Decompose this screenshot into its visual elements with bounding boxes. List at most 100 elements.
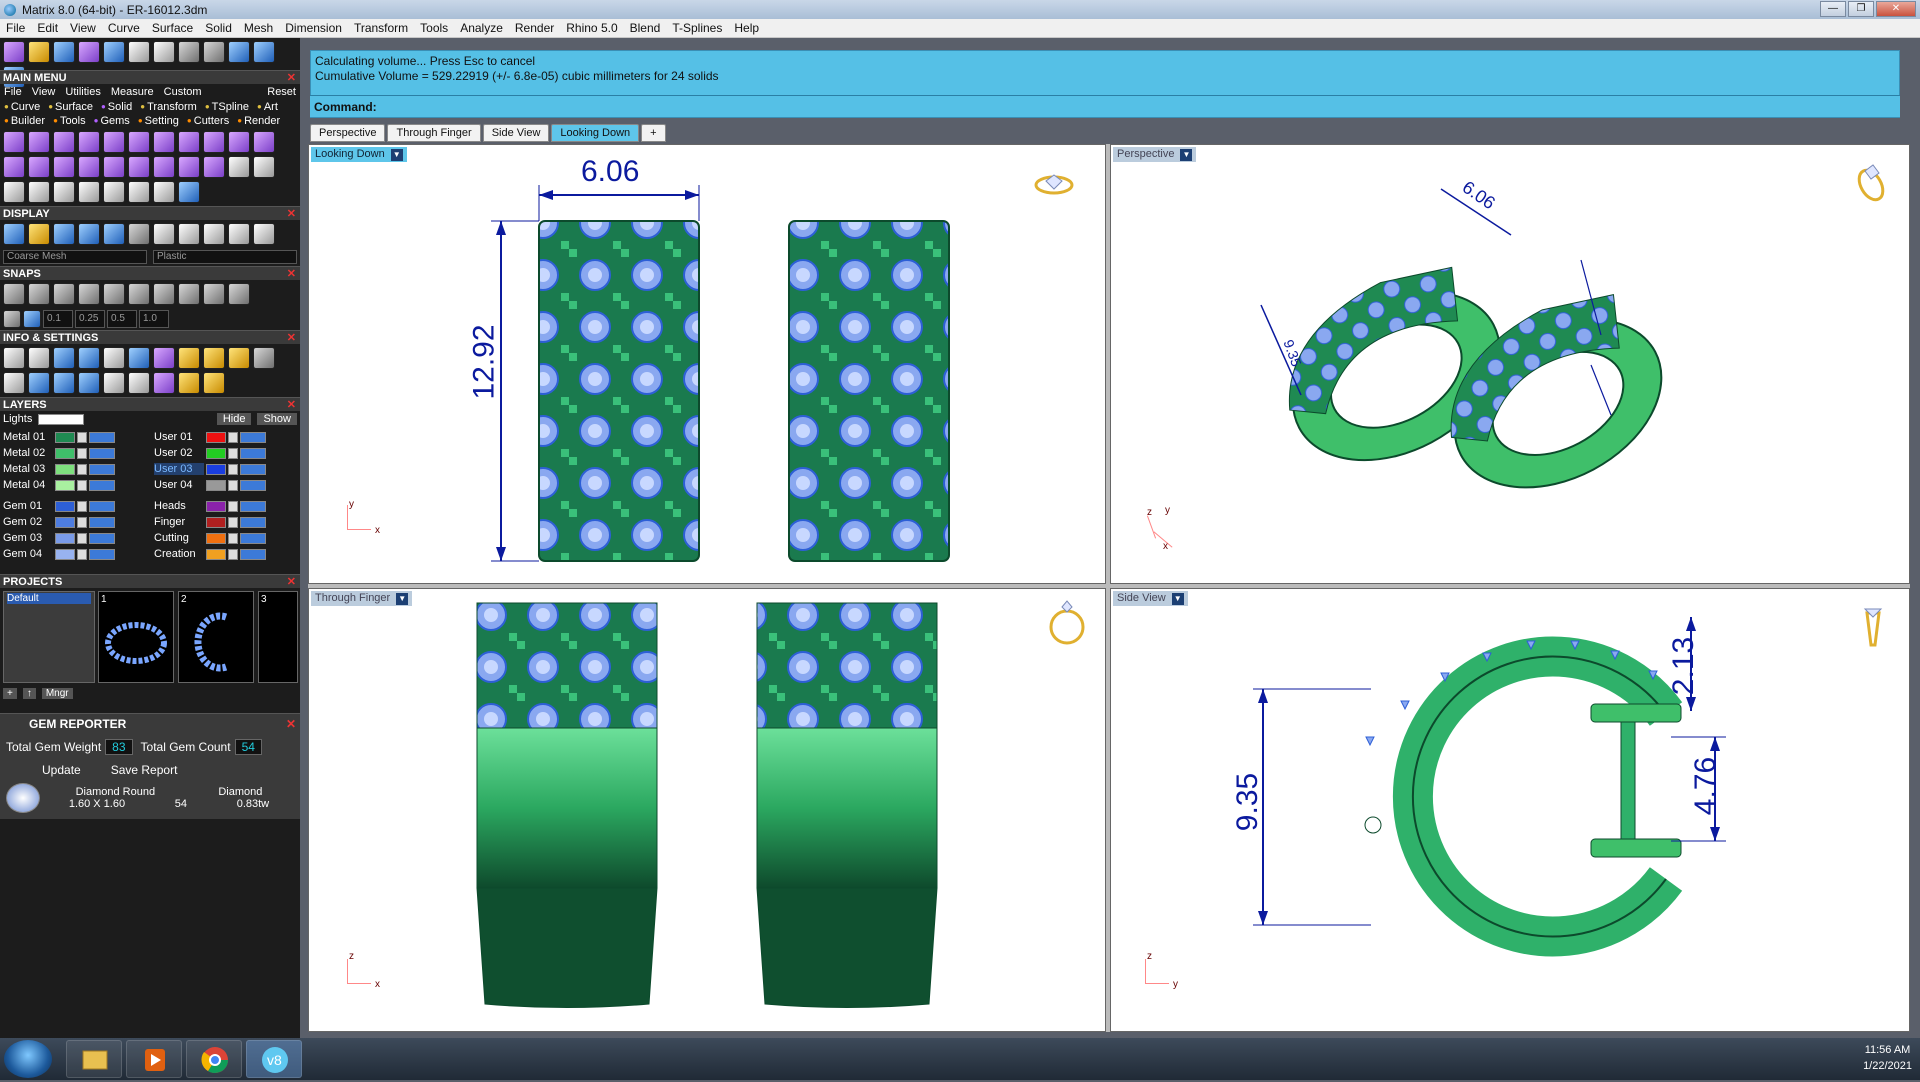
snap-icon[interactable]: [78, 283, 100, 305]
info-icon[interactable]: [178, 347, 200, 369]
lock-icon[interactable]: [77, 548, 87, 560]
info-icon[interactable]: [203, 347, 225, 369]
doc-icon[interactable]: [128, 372, 150, 394]
lock-icon[interactable]: [228, 516, 238, 528]
tab-side-view[interactable]: Side View: [482, 124, 550, 142]
layer-row[interactable]: Cutting: [154, 530, 297, 546]
cat-tspline[interactable]: TSpline: [205, 101, 249, 113]
frame-tool-icon[interactable]: [203, 41, 225, 63]
edit-icon[interactable]: [128, 347, 150, 369]
snap-value-2[interactable]: 0.5: [107, 310, 137, 328]
material-icon[interactable]: [178, 223, 200, 245]
viewport-side-view[interactable]: Side View ▼ 9.35 2.13 4.76 z y: [1110, 588, 1910, 1032]
start-button[interactable]: [4, 1040, 52, 1078]
funnel-icon[interactable]: [78, 372, 100, 394]
snap-icon[interactable]: [203, 283, 225, 305]
background-icon[interactable]: [128, 223, 150, 245]
lock-icon[interactable]: [228, 548, 238, 560]
sphere-icon[interactable]: [78, 223, 100, 245]
menu-item-render[interactable]: Render: [509, 21, 560, 35]
grid-icon[interactable]: [3, 310, 21, 328]
snap-icon[interactable]: [28, 283, 50, 305]
render-icon[interactable]: [103, 223, 125, 245]
tool-icon[interactable]: [3, 156, 25, 178]
tab-through-finger[interactable]: Through Finger: [387, 124, 481, 142]
up-project-icon[interactable]: ↑: [22, 688, 36, 699]
file-explorer-icon[interactable]: [66, 1040, 122, 1078]
layer-row[interactable]: Metal 01: [3, 429, 146, 445]
menu-item-view[interactable]: View: [64, 21, 102, 35]
chrome-icon[interactable]: [186, 1040, 242, 1078]
menu-item-file[interactable]: File: [0, 21, 31, 35]
snap-icon[interactable]: [53, 283, 75, 305]
viewport-perspective[interactable]: Perspective ▼ 6.06 9.35 z y x: [1110, 144, 1910, 584]
add-tab-button[interactable]: +: [641, 124, 666, 142]
tool-icon[interactable]: [153, 131, 175, 153]
close-icon[interactable]: ✕: [287, 331, 296, 345]
cat-curve[interactable]: Curve: [4, 101, 40, 113]
lock-icon[interactable]: [77, 431, 87, 443]
layer-row[interactable]: Gem 03: [3, 530, 146, 546]
menu-item-transform[interactable]: Transform: [348, 21, 414, 35]
layer-color-swatch[interactable]: [206, 447, 226, 459]
layer-row[interactable]: Gem 04: [3, 546, 146, 562]
viewport-looking-down[interactable]: Looking Down ▼ 6.06 12.92 y x: [308, 144, 1106, 584]
tab-perspective[interactable]: Perspective: [310, 124, 386, 142]
save-report-button[interactable]: Save Report: [111, 763, 178, 777]
close-icon[interactable]: ✕: [287, 575, 296, 589]
tool-icon[interactable]: [153, 181, 175, 203]
lock-icon[interactable]: [77, 479, 87, 491]
snap-icon[interactable]: [3, 283, 25, 305]
layer-row[interactable]: User 04: [154, 477, 297, 493]
tool-icon[interactable]: [228, 131, 250, 153]
menu-item-tools[interactable]: Tools: [414, 21, 454, 35]
layer-color-swatch[interactable]: [206, 548, 226, 560]
menu-item-analyze[interactable]: Analyze: [454, 21, 509, 35]
layer-row[interactable]: User 02: [154, 445, 297, 461]
menu-item-help[interactable]: Help: [728, 21, 765, 35]
layer-visibility-toggle[interactable]: [240, 500, 266, 512]
viewport-through-finger[interactable]: Through Finger ▼ zx: [308, 588, 1106, 1032]
material-icon[interactable]: [228, 223, 250, 245]
layer-visibility-toggle[interactable]: [240, 532, 266, 544]
curve-tool-icon[interactable]: [3, 41, 25, 63]
layer-row[interactable]: Creation: [154, 546, 297, 562]
info-icon[interactable]: [203, 372, 225, 394]
snap-icon[interactable]: [128, 283, 150, 305]
layer-row[interactable]: User 03: [154, 461, 297, 477]
tool-icon[interactable]: [53, 131, 75, 153]
tool-icon[interactable]: [178, 156, 200, 178]
cat-builder[interactable]: Builder: [4, 115, 45, 127]
move-tool-icon[interactable]: [153, 41, 175, 63]
media-player-icon[interactable]: [126, 1040, 182, 1078]
snap-value-1[interactable]: 0.25: [75, 310, 105, 328]
close-icon[interactable]: ✕: [287, 71, 296, 85]
cube-icon[interactable]: [78, 347, 100, 369]
layer-color-swatch[interactable]: [55, 463, 75, 475]
layer-visibility-toggle[interactable]: [89, 447, 115, 459]
color-icon[interactable]: [153, 347, 175, 369]
box-tool-icon[interactable]: [178, 41, 200, 63]
project-thumb-1[interactable]: 1: [98, 591, 174, 683]
tool-icon[interactable]: [128, 131, 150, 153]
tool-icon[interactable]: [178, 181, 200, 203]
layer-color-swatch[interactable]: [55, 431, 75, 443]
main-menu-file[interactable]: File: [4, 86, 22, 98]
info-icon[interactable]: [178, 372, 200, 394]
material-icon[interactable]: [253, 223, 275, 245]
layer-color-swatch[interactable]: [206, 516, 226, 528]
project-list[interactable]: Default: [3, 591, 95, 683]
minimize-button[interactable]: —: [1820, 1, 1846, 17]
manager-button[interactable]: Mngr: [41, 688, 73, 699]
layer-visibility-toggle[interactable]: [240, 548, 266, 560]
layer-color-swatch[interactable]: [55, 500, 75, 512]
tool-icon[interactable]: [78, 131, 100, 153]
matrix-app-icon[interactable]: v8: [246, 1040, 302, 1078]
cat-setting[interactable]: Setting: [138, 115, 179, 127]
layer-visibility-toggle[interactable]: [89, 479, 115, 491]
layer-color-swatch[interactable]: [206, 431, 226, 443]
lock-icon[interactable]: [77, 447, 87, 459]
layer-row[interactable]: Metal 02: [3, 445, 146, 461]
snap-toggle-icon[interactable]: [23, 310, 41, 328]
menu-item-curve[interactable]: Curve: [102, 21, 146, 35]
